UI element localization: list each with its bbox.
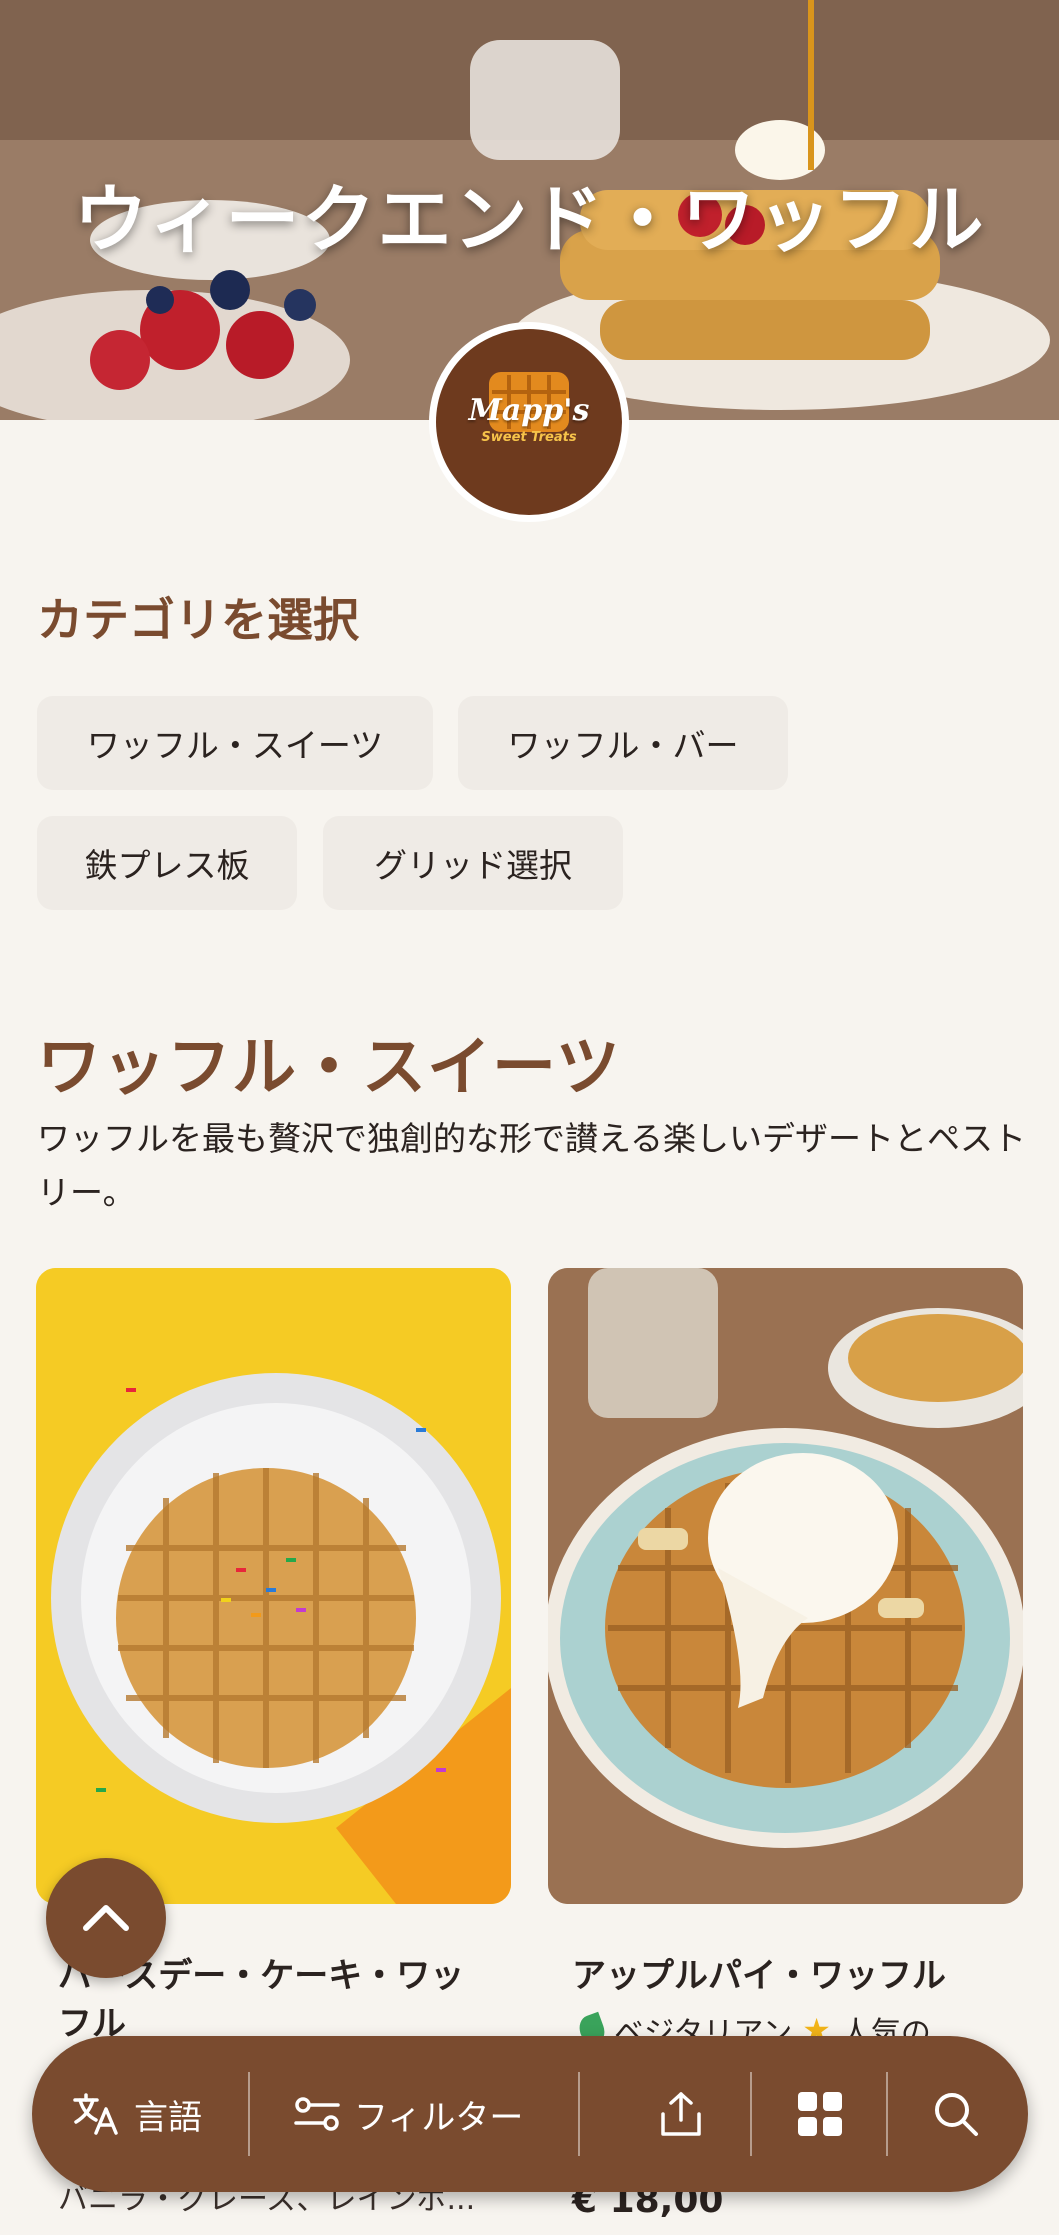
product-image-birthday-waffle[interactable] [36, 1268, 511, 1904]
filter-label: フィルター [354, 2097, 524, 2138]
bottom-toolbar: 言語 フィルター [32, 2036, 1028, 2192]
brand-logo: Mapp's Sweet Treats [429, 322, 629, 522]
category-heading: カテゴリを選択 [37, 593, 359, 647]
language-label: 言語 [134, 2097, 202, 2138]
toolbar-divider [750, 2072, 752, 2156]
page-title: ウィークエンド・ワッフル [73, 177, 986, 263]
filter-button[interactable]: フィルター [294, 2036, 523, 2192]
category-chip-waffle-sweets[interactable]: ワッフル・スイーツ [37, 696, 433, 790]
toolbar-divider [578, 2072, 580, 2156]
toolbar-divider [886, 2072, 888, 2156]
toolbar-divider [248, 2072, 250, 2156]
grid-view-button[interactable] [796, 2036, 844, 2192]
translate-icon [73, 2093, 118, 2135]
filter-icon [294, 2097, 340, 2131]
category-chip-iron-press[interactable]: 鉄プレス板 [37, 816, 297, 910]
section-description: ワッフルを最も贅沢で独創的な形で讃える楽しいデザートとペストリー。 [37, 1119, 1027, 1212]
apple-pie-waffle-photo [548, 1268, 1023, 1904]
search-button[interactable] [932, 2036, 980, 2192]
grid-icon [798, 2092, 842, 2136]
scroll-to-top-button[interactable] [46, 1858, 166, 1978]
section-title: ワッフル・スイーツ [37, 1031, 621, 1105]
product-name[interactable]: アップルパイ・ワッフル [572, 1952, 1032, 2000]
share-icon [661, 2092, 701, 2136]
category-chip-waffle-bar[interactable]: ワッフル・バー [458, 696, 788, 790]
category-chip-grid-select[interactable]: グリッド選択 [323, 816, 623, 910]
birthday-waffle-photo [36, 1268, 511, 1904]
chevron-up-icon [83, 1905, 129, 1931]
share-button[interactable] [658, 2036, 704, 2192]
logo-subtext: Sweet Treats [481, 430, 577, 445]
language-button[interactable]: 言語 [72, 2036, 202, 2192]
logo-text: Mapp's [468, 393, 590, 428]
search-icon [935, 2093, 978, 2136]
product-image-apple-pie-waffle[interactable] [548, 1268, 1023, 1904]
logo-badge: Mapp's Sweet Treats [436, 329, 622, 515]
